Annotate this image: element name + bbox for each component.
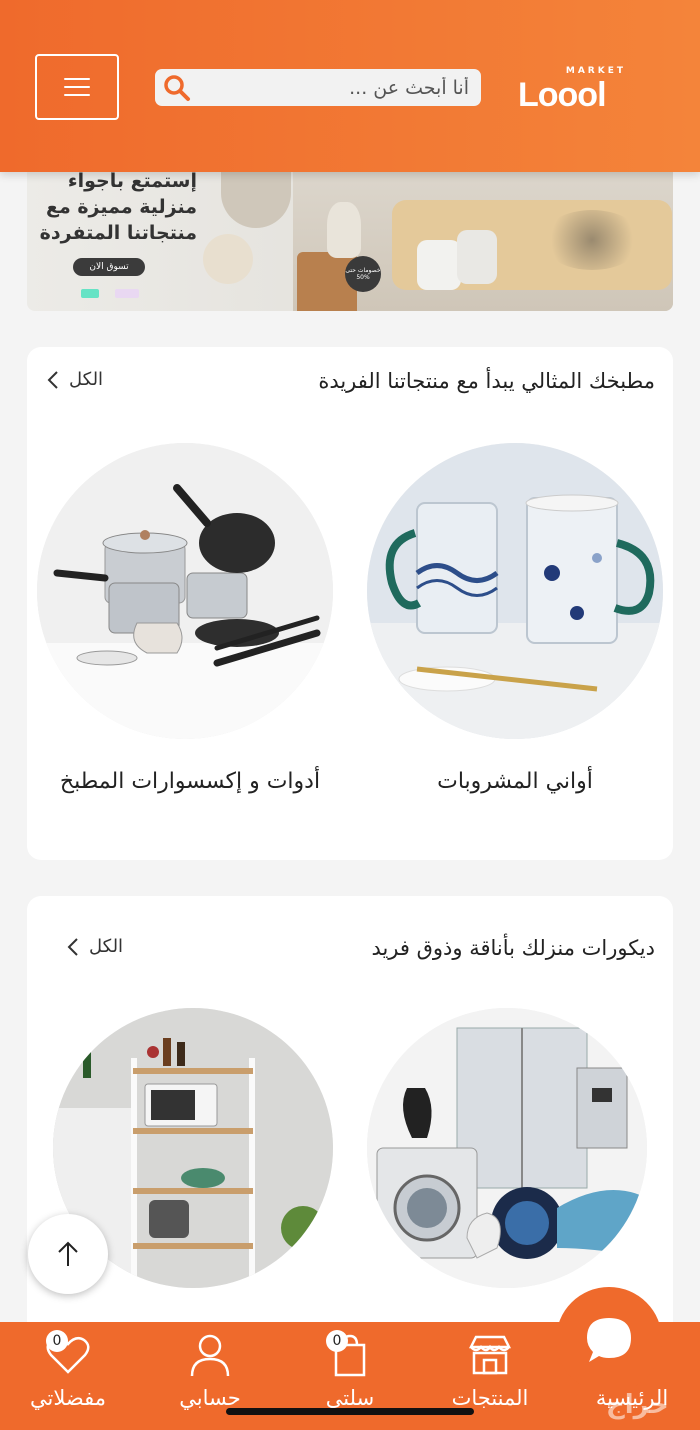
see-all-link[interactable]: الكل	[67, 936, 123, 957]
hamburger-icon	[64, 78, 90, 80]
nav-favorites[interactable]: 0 مفضلاتي	[8, 1322, 128, 1430]
promo-banner[interactable]: خصومات حتى 50% إستمتع بأجواء منزلية مميز…	[27, 172, 673, 311]
search-icon[interactable]	[155, 69, 199, 106]
store-icon	[465, 1330, 515, 1380]
chat-bubble-icon	[587, 1318, 631, 1362]
scroll-to-top-button[interactable]	[28, 1214, 108, 1294]
category-image-kitchen-tools[interactable]	[37, 443, 333, 739]
payment-logo	[81, 289, 99, 298]
cart-count: 0	[326, 1330, 348, 1352]
watermark-logo: حراج	[606, 1390, 669, 1420]
kitchen-section: مطبخك المثالي يبدأ مع منتجاتنا الفريدة ا…	[27, 347, 673, 860]
shop-now-button[interactable]: تسوق الان	[73, 258, 145, 276]
search-input[interactable]	[199, 69, 481, 106]
user-icon	[185, 1330, 235, 1380]
nav-label: حسابي	[179, 1386, 241, 1410]
favorites-count: 0	[46, 1330, 68, 1352]
chevron-left-icon	[67, 937, 78, 956]
section-title: مطبخك المثالي يبدأ مع منتجاتنا الفريدة	[318, 369, 655, 393]
chat-button[interactable]	[556, 1287, 662, 1393]
nav-label: مفضلاتي	[30, 1386, 106, 1410]
nav-label: سلتي	[325, 1386, 375, 1410]
vase-image	[327, 202, 361, 258]
category-image-drink-ware[interactable]	[367, 443, 663, 739]
app-header: MARKET Loool	[0, 0, 700, 172]
banner-headline: إستمتع بأجواء منزلية مميزة مع منتجاتنا ا…	[39, 172, 197, 244]
category-label[interactable]: أدوات و إكسسوارات المطبخ	[57, 767, 323, 797]
section-title: ديكورات منزلك بأناقة وذوق فريد	[371, 936, 655, 960]
home-indicator	[226, 1408, 474, 1415]
discount-badge: خصومات حتى 50%	[345, 256, 381, 292]
search-bar[interactable]	[155, 69, 481, 106]
chevron-left-icon	[47, 370, 58, 389]
logo-word: Loool	[518, 76, 607, 114]
menu-button[interactable]	[35, 54, 119, 120]
see-all-link[interactable]: الكل	[47, 369, 103, 390]
brand-logo[interactable]: MARKET Loool	[516, 62, 646, 114]
payment-logo	[115, 289, 139, 298]
nav-label: المنتجات	[451, 1386, 529, 1410]
logo-market-text: MARKET	[565, 66, 626, 76]
decor-section: ديكورات منزلك بأناقة وذوق فريد الكل	[27, 896, 673, 1336]
arrow-up-icon	[58, 1241, 78, 1266]
category-image-appliances[interactable]	[367, 1008, 647, 1288]
category-label[interactable]: أواني المشروبات	[367, 767, 663, 797]
